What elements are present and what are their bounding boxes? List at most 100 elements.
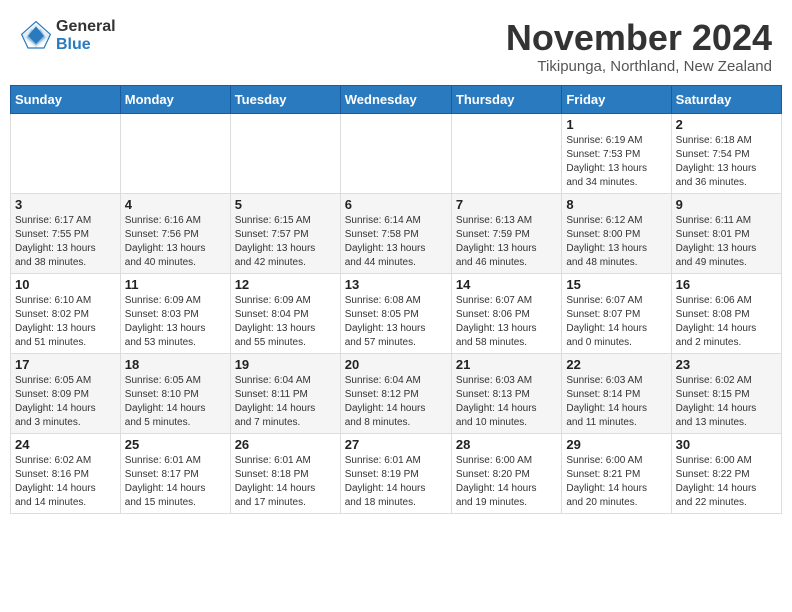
calendar-cell [340, 113, 451, 193]
day-number: 28 [456, 437, 557, 452]
calendar-week-row: 24 Sunrise: 6:02 AM Sunset: 8:16 PM Dayli… [11, 433, 782, 513]
logo-text: General Blue [56, 18, 116, 53]
day-info: Sunrise: 6:14 AM Sunset: 7:58 PM Dayligh… [345, 214, 447, 270]
day-info: Sunrise: 6:02 AM Sunset: 8:16 PM Dayligh… [15, 454, 116, 510]
title-block: November 2024 Tikipunga, Northland, New … [506, 18, 772, 75]
day-number: 25 [125, 437, 226, 452]
day-info: Sunrise: 6:00 AM Sunset: 8:22 PM Dayligh… [676, 454, 777, 510]
day-number: 5 [235, 197, 336, 212]
calendar-cell [230, 113, 340, 193]
day-number: 9 [676, 197, 777, 212]
day-number: 29 [566, 437, 666, 452]
day-info: Sunrise: 6:04 AM Sunset: 8:11 PM Dayligh… [235, 374, 336, 430]
day-info: Sunrise: 6:02 AM Sunset: 8:15 PM Dayligh… [676, 374, 777, 430]
day-number: 8 [566, 197, 666, 212]
day-info: Sunrise: 6:08 AM Sunset: 8:05 PM Dayligh… [345, 294, 447, 350]
day-info: Sunrise: 6:04 AM Sunset: 8:12 PM Dayligh… [345, 374, 447, 430]
calendar-cell: 6Sunrise: 6:14 AM Sunset: 7:58 PM Daylig… [340, 193, 451, 273]
day-number: 12 [235, 277, 336, 292]
day-number: 23 [676, 357, 777, 372]
calendar-cell: 14 Sunrise: 6:07 AM Sunset: 8:06 PM Dayli… [451, 273, 561, 353]
calendar-cell: 9 Sunrise: 6:11 AM Sunset: 8:01 PM Daylig… [671, 193, 781, 273]
weekday-header-thursday: Thursday [451, 85, 561, 113]
day-number: 24 [15, 437, 116, 452]
day-number: 13 [345, 277, 447, 292]
calendar-cell: 22 Sunrise: 6:03 AM Sunset: 8:14 PM Dayli… [562, 353, 671, 433]
day-info: Sunrise: 6:05 AM Sunset: 8:10 PM Dayligh… [125, 374, 226, 430]
day-number: 27 [345, 437, 447, 452]
day-info: Sunrise: 6:19 AM Sunset: 7:53 PM Dayligh… [566, 134, 666, 190]
calendar-cell [451, 113, 561, 193]
weekday-header-wednesday: Wednesday [340, 85, 451, 113]
day-number: 10 [15, 277, 116, 292]
calendar-cell: 30 Sunrise: 6:00 AM Sunset: 8:22 PM Dayli… [671, 433, 781, 513]
logo-blue-text: Blue [56, 36, 116, 54]
weekday-header-sunday: Sunday [11, 85, 121, 113]
day-info: Sunrise: 6:09 AM Sunset: 8:03 PM Dayligh… [125, 294, 226, 350]
day-number: 2 [676, 117, 777, 132]
day-info: Sunrise: 6:17 AM Sunset: 7:55 PM Dayligh… [15, 214, 116, 270]
day-number: 15 [566, 277, 666, 292]
calendar-cell: 10Sunrise: 6:10 AM Sunset: 8:02 PM Dayli… [11, 273, 121, 353]
location: Tikipunga, Northland, New Zealand [506, 58, 772, 75]
day-info: Sunrise: 6:11 AM Sunset: 8:01 PM Dayligh… [676, 214, 777, 270]
day-number: 18 [125, 357, 226, 372]
weekday-header-tuesday: Tuesday [230, 85, 340, 113]
day-info: Sunrise: 6:16 AM Sunset: 7:56 PM Dayligh… [125, 214, 226, 270]
day-number: 16 [676, 277, 777, 292]
calendar-cell [120, 113, 230, 193]
day-info: Sunrise: 6:06 AM Sunset: 8:08 PM Dayligh… [676, 294, 777, 350]
calendar-cell: 21Sunrise: 6:03 AM Sunset: 8:13 PM Dayli… [451, 353, 561, 433]
day-info: Sunrise: 6:09 AM Sunset: 8:04 PM Dayligh… [235, 294, 336, 350]
day-info: Sunrise: 6:03 AM Sunset: 8:13 PM Dayligh… [456, 374, 557, 430]
calendar-week-row: 17 Sunrise: 6:05 AM Sunset: 8:09 PM Dayli… [11, 353, 782, 433]
calendar-table: SundayMondayTuesdayWednesdayThursdayFrid… [10, 85, 782, 514]
calendar-cell: 11 Sunrise: 6:09 AM Sunset: 8:03 PM Dayli… [120, 273, 230, 353]
calendar-cell: 1Sunrise: 6:19 AM Sunset: 7:53 PM Daylig… [562, 113, 671, 193]
calendar-cell: 3Sunrise: 6:17 AM Sunset: 7:55 PM Daylig… [11, 193, 121, 273]
calendar-cell: 2 Sunrise: 6:18 AM Sunset: 7:54 PM Daylig… [671, 113, 781, 193]
calendar-cell: 19 Sunrise: 6:04 AM Sunset: 8:11 PM Dayli… [230, 353, 340, 433]
calendar-cell: 12 Sunrise: 6:09 AM Sunset: 8:04 PM Dayli… [230, 273, 340, 353]
day-info: Sunrise: 6:13 AM Sunset: 7:59 PM Dayligh… [456, 214, 557, 270]
calendar-cell: 27Sunrise: 6:01 AM Sunset: 8:19 PM Dayli… [340, 433, 451, 513]
calendar-cell [11, 113, 121, 193]
day-info: Sunrise: 6:01 AM Sunset: 8:18 PM Dayligh… [235, 454, 336, 510]
day-number: 11 [125, 277, 226, 292]
calendar-cell: 4Sunrise: 6:16 AM Sunset: 7:56 PM Daylig… [120, 193, 230, 273]
day-info: Sunrise: 6:00 AM Sunset: 8:21 PM Dayligh… [566, 454, 666, 510]
day-number: 19 [235, 357, 336, 372]
calendar-cell: 20 Sunrise: 6:04 AM Sunset: 8:12 PM Dayli… [340, 353, 451, 433]
logo-icon [20, 20, 52, 52]
calendar-cell: 23 Sunrise: 6:02 AM Sunset: 8:15 PM Dayli… [671, 353, 781, 433]
day-info: Sunrise: 6:03 AM Sunset: 8:14 PM Dayligh… [566, 374, 666, 430]
day-info: Sunrise: 6:05 AM Sunset: 8:09 PM Dayligh… [15, 374, 116, 430]
calendar-cell: 18 Sunrise: 6:05 AM Sunset: 8:10 PM Dayli… [120, 353, 230, 433]
day-info: Sunrise: 6:01 AM Sunset: 8:17 PM Dayligh… [125, 454, 226, 510]
day-number: 20 [345, 357, 447, 372]
calendar-cell: 13 Sunrise: 6:08 AM Sunset: 8:05 PM Dayli… [340, 273, 451, 353]
weekday-header-friday: Friday [562, 85, 671, 113]
day-number: 26 [235, 437, 336, 452]
day-info: Sunrise: 6:07 AM Sunset: 8:07 PM Dayligh… [566, 294, 666, 350]
day-number: 14 [456, 277, 557, 292]
calendar-cell: 16 Sunrise: 6:06 AM Sunset: 8:08 PM Dayli… [671, 273, 781, 353]
day-info: Sunrise: 6:18 AM Sunset: 7:54 PM Dayligh… [676, 134, 777, 190]
calendar-cell: 5 Sunrise: 6:15 AM Sunset: 7:57 PM Daylig… [230, 193, 340, 273]
day-number: 17 [15, 357, 116, 372]
calendar-cell: 7Sunrise: 6:13 AM Sunset: 7:59 PM Daylig… [451, 193, 561, 273]
calendar-cell: 24 Sunrise: 6:02 AM Sunset: 8:16 PM Dayli… [11, 433, 121, 513]
day-info: Sunrise: 6:15 AM Sunset: 7:57 PM Dayligh… [235, 214, 336, 270]
calendar-cell: 28Sunrise: 6:00 AM Sunset: 8:20 PM Dayli… [451, 433, 561, 513]
weekday-header-saturday: Saturday [671, 85, 781, 113]
calendar-cell: 8Sunrise: 6:12 AM Sunset: 8:00 PM Daylig… [562, 193, 671, 273]
weekday-header-row: SundayMondayTuesdayWednesdayThursdayFrid… [11, 85, 782, 113]
calendar-cell: 26 Sunrise: 6:01 AM Sunset: 8:18 PM Dayli… [230, 433, 340, 513]
day-number: 22 [566, 357, 666, 372]
calendar-week-row: 10Sunrise: 6:10 AM Sunset: 8:02 PM Dayli… [11, 273, 782, 353]
logo-general-text: General [56, 18, 116, 36]
logo: General Blue [20, 18, 116, 53]
day-info: Sunrise: 6:07 AM Sunset: 8:06 PM Dayligh… [456, 294, 557, 350]
weekday-header-monday: Monday [120, 85, 230, 113]
day-number: 30 [676, 437, 777, 452]
